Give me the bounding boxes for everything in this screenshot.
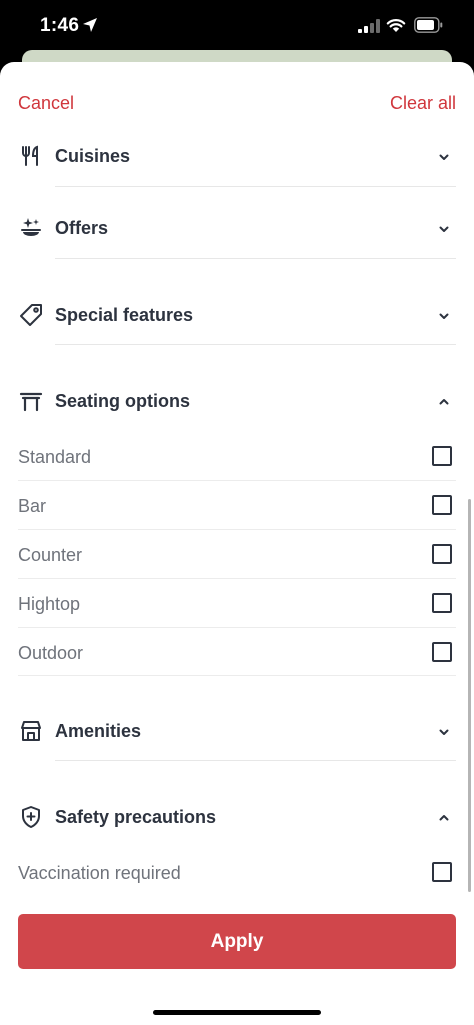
divider: [18, 480, 456, 481]
section-offers[interactable]: Offers: [0, 200, 474, 256]
divider: [18, 578, 456, 579]
option-label: Counter: [18, 545, 83, 565]
option-label: Hightop: [18, 594, 81, 614]
location-arrow-icon: [83, 18, 97, 32]
status-bar: 1:46: [0, 0, 474, 52]
option-label: Outdoor: [18, 643, 84, 663]
option-label: Standard: [18, 447, 92, 467]
option-vaccination-required[interactable]: Vaccination required: [0, 850, 474, 898]
checkbox[interactable]: [432, 446, 452, 466]
option-hightop[interactable]: Hightop: [0, 581, 474, 629]
section-seating-options[interactable]: Seating options: [0, 373, 474, 429]
table-icon: [19, 389, 43, 413]
checkbox[interactable]: [432, 495, 452, 515]
option-bar[interactable]: Bar: [0, 483, 474, 531]
section-special-features-label: Special features: [55, 305, 194, 325]
section-cuisines[interactable]: Cuisines: [0, 128, 474, 184]
option-label: Vaccination required: [18, 863, 181, 883]
filter-sheet: Cancel Clear all Cuisines Offers Special…: [0, 62, 474, 1025]
chevron-up-icon: [438, 811, 450, 823]
section-safety-precautions[interactable]: Safety precautions: [0, 789, 474, 845]
option-outdoor[interactable]: Outdoor: [0, 630, 474, 678]
checkbox[interactable]: [432, 642, 452, 662]
chevron-down-icon: [438, 222, 450, 234]
divider: [55, 344, 456, 345]
battery-icon: [414, 17, 443, 33]
checkbox[interactable]: [432, 593, 452, 613]
wifi-icon: [386, 19, 406, 32]
chevron-down-icon: [438, 725, 450, 737]
cancel-button[interactable]: Cancel: [18, 93, 74, 114]
section-offers-label: Offers: [55, 218, 109, 238]
tag-icon: [19, 303, 43, 327]
section-cuisines-label: Cuisines: [55, 146, 131, 166]
chevron-down-icon: [438, 150, 450, 162]
utensils-icon: [19, 144, 43, 168]
divider: [55, 760, 456, 761]
chevron-down-icon: [438, 309, 450, 321]
divider: [18, 529, 456, 530]
chevron-up-icon: [438, 395, 450, 407]
option-counter[interactable]: Counter: [0, 532, 474, 580]
divider: [55, 258, 456, 259]
section-safety-precautions-label: Safety precautions: [55, 807, 217, 827]
section-special-features[interactable]: Special features: [0, 287, 474, 343]
checkbox[interactable]: [432, 862, 452, 882]
option-standard[interactable]: Standard: [0, 434, 474, 482]
shield-plus-icon: [19, 805, 43, 829]
apply-button[interactable]: Apply: [18, 914, 456, 969]
home-indicator: [153, 1010, 321, 1015]
storefront-icon: [19, 719, 43, 743]
divider: [18, 675, 456, 676]
option-label: Bar: [18, 496, 47, 516]
checkbox[interactable]: [432, 544, 452, 564]
divider: [55, 186, 456, 187]
sparkle-dish-icon: [19, 216, 43, 240]
section-amenities-label: Amenities: [55, 721, 142, 741]
section-seating-options-label: Seating options: [55, 391, 190, 411]
section-amenities[interactable]: Amenities: [0, 703, 474, 759]
divider: [18, 627, 456, 628]
cellular-signal-icon: [358, 19, 380, 33]
scrollbar[interactable]: [468, 499, 471, 892]
clear-all-button[interactable]: Clear all: [390, 93, 456, 114]
status-time: 1:46: [40, 15, 80, 36]
